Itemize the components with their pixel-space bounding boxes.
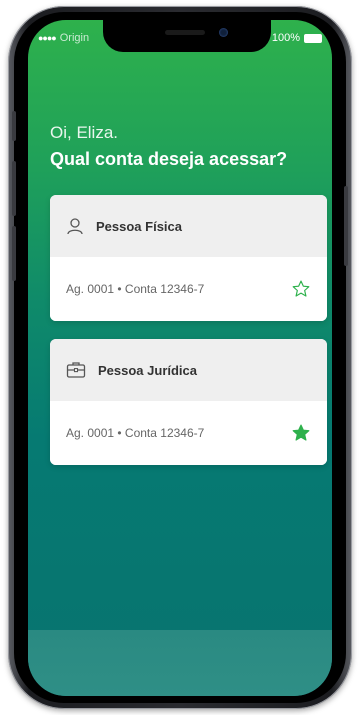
- app-screen: ●●●● Origin 100% Oi, Eliza. Qual conta d…: [28, 20, 332, 696]
- card-header: Pessoa Jurídica: [50, 339, 327, 401]
- volume-up-button: [12, 161, 16, 216]
- account-type-label: Pessoa Física: [96, 218, 182, 234]
- page-title: Qual conta deseja acessar?: [50, 149, 288, 169]
- account-card-pessoa-fisica[interactable]: Pessoa Física Ag. 0001 • Conta 12346-7: [50, 195, 327, 321]
- account-card-pessoa-juridica[interactable]: Pessoa Jurídica Ag. 0001 • Conta 12346-7: [50, 339, 327, 465]
- status-left: ●●●● Origin: [38, 32, 89, 44]
- volume-down-button: [12, 226, 16, 281]
- greeting-text: Oi, Eliza.: [50, 123, 119, 142]
- battery-percent: 100%: [271, 32, 300, 44]
- star-filled-icon[interactable]: [291, 423, 311, 443]
- card-header: Pessoa Física: [50, 195, 327, 257]
- account-info: Ag. 0001 • Conta 12346-7: [66, 426, 205, 440]
- status-right: 100%: [272, 32, 322, 44]
- front-camera: [219, 28, 228, 37]
- person-icon: [66, 217, 84, 235]
- bottom-band: [28, 630, 332, 696]
- signal-icon: ●●●●: [38, 33, 57, 43]
- briefcase-icon: [66, 361, 86, 379]
- account-info: Ag. 0001 • Conta 12346-7: [66, 282, 205, 296]
- mute-switch: [12, 111, 16, 141]
- carrier-name: Origin: [59, 32, 90, 44]
- speaker-grille: [165, 30, 205, 35]
- account-type-label: Pessoa Jurídica: [98, 362, 197, 378]
- star-outline-icon[interactable]: [291, 279, 311, 299]
- card-body: Ag. 0001 • Conta 12346-7: [50, 401, 327, 465]
- card-body: Ag. 0001 • Conta 12346-7: [50, 257, 327, 321]
- notch: [103, 20, 271, 52]
- power-button: [344, 186, 348, 266]
- battery-icon: [304, 33, 322, 43]
